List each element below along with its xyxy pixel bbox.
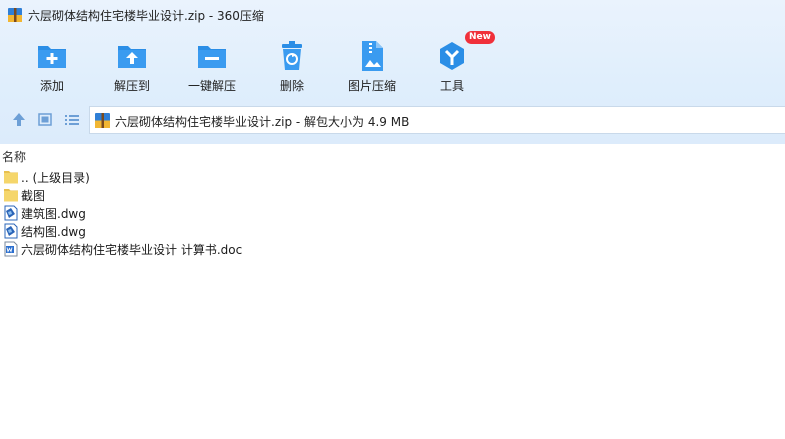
- new-badge: New: [465, 31, 495, 44]
- file-name: 结构图.dwg: [21, 225, 86, 239]
- image-compress-button[interactable]: 图片压缩: [332, 34, 412, 96]
- extract-to-label: 解压到: [113, 79, 150, 93]
- up-arrow-icon[interactable]: [9, 110, 29, 130]
- image-compress-icon: [362, 41, 383, 71]
- add-folder-icon: [38, 46, 66, 68]
- add-button[interactable]: 添加: [12, 34, 92, 96]
- list-item-dwg[interactable]: 建筑图.dwg: [3, 204, 403, 222]
- thumbnail-view-icon[interactable]: [35, 110, 55, 130]
- file-list: 名称 .. (上级目录) 截图 建筑图.dwg 结构图.dwg 六层砌体结构住宅…: [0, 144, 785, 439]
- list-item-dwg[interactable]: 结构图.dwg: [3, 222, 403, 240]
- doc-file-icon: [4, 241, 18, 257]
- address-row: 六层砌体结构住宅楼毕业设计.zip - 解包大小为 4.9 MB: [0, 104, 785, 136]
- tools-icon: [440, 42, 464, 70]
- list-item-folder[interactable]: 截图: [3, 186, 403, 204]
- one-click-extract-button[interactable]: 一键解压: [172, 34, 252, 96]
- archive-app-icon: [8, 8, 22, 22]
- delete-button[interactable]: 删除: [252, 34, 332, 96]
- top-panel: 六层砌体结构住宅楼毕业设计.zip - 360压缩 添加 解压到 一键解压 删除…: [0, 0, 785, 144]
- tools-button[interactable]: New 工具: [412, 31, 495, 96]
- file-name: .. (上级目录): [21, 171, 90, 185]
- folder-icon: [4, 189, 18, 202]
- column-header-name[interactable]: 名称: [2, 148, 26, 165]
- list-view-icon[interactable]: [62, 110, 82, 130]
- archive-file-icon: [95, 113, 110, 128]
- extract-to-icon: [118, 46, 146, 68]
- dwg-file-icon: [4, 205, 18, 221]
- delete-trash-icon: [282, 41, 302, 70]
- image-compress-label: 图片压缩: [347, 79, 396, 93]
- file-name: 六层砌体结构住宅楼毕业设计 计算书.doc: [21, 243, 243, 257]
- list-item-doc[interactable]: 六层砌体结构住宅楼毕业设计 计算书.doc: [3, 240, 403, 258]
- list-item-parent[interactable]: .. (上级目录): [3, 168, 403, 186]
- add-label: 添加: [39, 79, 64, 93]
- tools-label: 工具: [439, 79, 464, 93]
- title-bar: 六层砌体结构住宅楼毕业设计.zip - 360压缩: [0, 0, 785, 30]
- address-bar[interactable]: 六层砌体结构住宅楼毕业设计.zip - 解包大小为 4.9 MB: [89, 106, 785, 134]
- window-title: 六层砌体结构住宅楼毕业设计.zip - 360压缩: [28, 9, 264, 23]
- delete-label: 删除: [279, 79, 304, 93]
- extract-to-button[interactable]: 解压到: [92, 34, 172, 96]
- address-text: 六层砌体结构住宅楼毕业设计.zip - 解包大小为 4.9 MB: [115, 115, 410, 129]
- dwg-file-icon: [4, 223, 18, 239]
- one-click-extract-label: 一键解压: [187, 79, 236, 93]
- one-click-extract-icon: [198, 46, 226, 68]
- file-name: 建筑图.dwg: [21, 207, 86, 221]
- file-name: 截图: [21, 189, 46, 203]
- parent-folder-icon: [4, 171, 18, 184]
- toolbar: 添加 解压到 一键解压 删除 图片压缩 New 工具: [0, 31, 785, 100]
